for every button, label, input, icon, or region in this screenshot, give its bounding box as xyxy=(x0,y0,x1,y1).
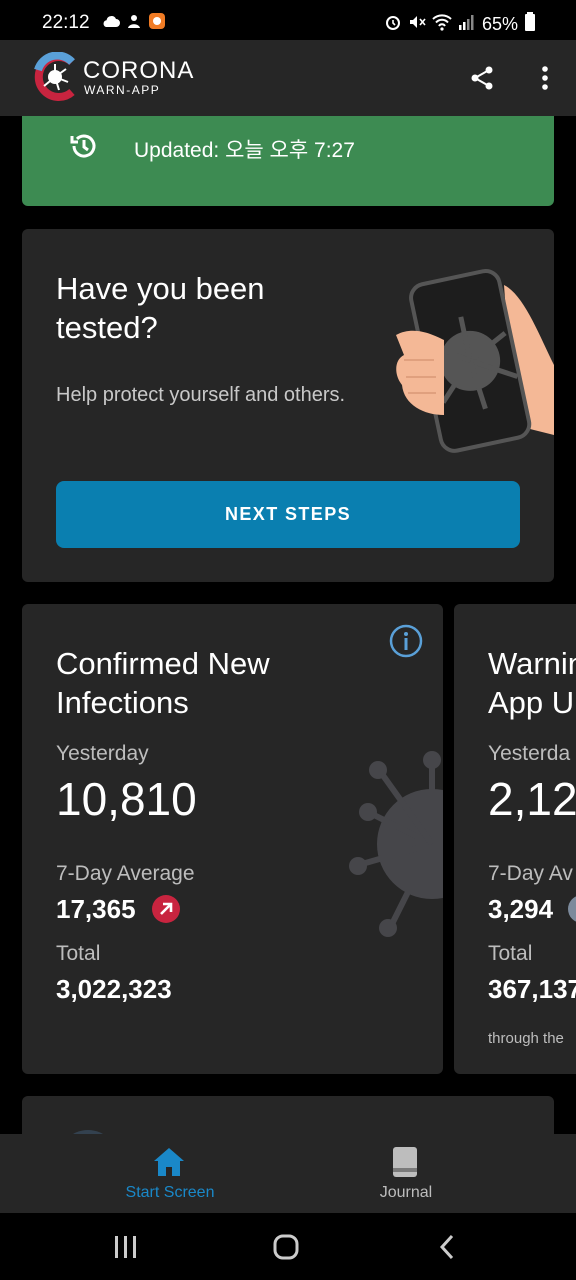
status-bar: 22:12 65% xyxy=(0,0,576,40)
stat-title-line2: Infections xyxy=(56,685,189,720)
system-navigation xyxy=(0,1213,576,1280)
updated-text: Updated: 오늘 오후 7:27 xyxy=(134,139,355,162)
back-icon[interactable] xyxy=(434,1233,462,1261)
footnote: through the xyxy=(488,1030,564,1047)
next-card-partial[interactable] xyxy=(22,1096,554,1134)
share-icon[interactable] xyxy=(468,64,496,92)
home-icon xyxy=(154,1148,184,1176)
notification-icon xyxy=(126,13,142,34)
corona-warn-app-logo xyxy=(34,52,75,101)
alarm-icon xyxy=(384,13,402,36)
total-label: Total xyxy=(488,942,533,965)
trend-up-icon xyxy=(152,895,180,923)
battery-icon xyxy=(524,12,536,37)
more-vert-icon[interactable] xyxy=(531,64,559,92)
avg-value: 3,294 xyxy=(488,894,554,924)
stat-title-line1: Confirmed New xyxy=(56,646,270,681)
status-time: 22:12 xyxy=(42,12,90,33)
brand-subtitle: WARN-APP xyxy=(84,83,161,97)
avg-label: 7-Day Av xyxy=(488,862,573,885)
virus-icon xyxy=(349,751,443,937)
yesterday-label: Yesterda xyxy=(488,742,571,765)
history-clock-icon xyxy=(70,134,96,158)
info-icon[interactable] xyxy=(389,624,423,658)
total-label: Total xyxy=(56,942,101,965)
yesterday-value: 2,12 xyxy=(488,773,576,825)
yesterday-value: 10,810 xyxy=(56,773,197,825)
stat-title-line1: Warnin xyxy=(488,646,576,681)
avg-label: 7-Day Average xyxy=(56,862,195,885)
nav-label: Journal xyxy=(379,1184,433,1201)
tested-title: Have you been tested? xyxy=(56,271,265,345)
cloud-icon xyxy=(102,14,120,33)
battery-label: 65% xyxy=(481,14,518,34)
home-circle-icon[interactable] xyxy=(272,1233,300,1261)
brand-title: CORONA xyxy=(83,57,195,84)
mute-icon xyxy=(408,13,426,36)
confirmed-infections-card[interactable]: Confirmed New Infections Yesterday 10,81… xyxy=(22,604,443,1074)
total-value: 367,137 xyxy=(488,974,576,1004)
risk-updated-card[interactable]: Updated: 오늘 오후 7:27 xyxy=(22,116,554,206)
avg-value: 17,365 xyxy=(56,894,136,924)
book-icon xyxy=(393,1147,417,1177)
stat-title-line2: App U xyxy=(488,685,575,720)
nav-journal[interactable]: Journal xyxy=(262,1134,550,1213)
bottom-navigation: Start Screen Journal xyxy=(0,1134,576,1213)
trend-stable-icon xyxy=(568,895,576,923)
home-content[interactable]: Updated: 오늘 오후 7:27 Have you been tested… xyxy=(0,116,576,1134)
app-bar: CORONA WARN-APP xyxy=(0,40,576,116)
signal-icon xyxy=(458,13,476,36)
next-steps-button[interactable]: NEXT STEPS xyxy=(56,481,520,548)
wifi-icon xyxy=(432,13,452,36)
tested-body: Help protect yourself and others. xyxy=(56,384,346,406)
app-icon xyxy=(148,12,166,35)
recents-icon[interactable] xyxy=(112,1233,140,1261)
phone-hand-illustration xyxy=(396,269,554,453)
warning-app-users-card[interactable]: Warnin App U Yesterda 2,12 7-Day Av 3,29… xyxy=(454,604,576,1074)
tested-card: Have you been tested? Help protect yours… xyxy=(22,229,554,582)
total-value: 3,022,323 xyxy=(56,974,172,1004)
yesterday-label: Yesterday xyxy=(56,742,149,765)
